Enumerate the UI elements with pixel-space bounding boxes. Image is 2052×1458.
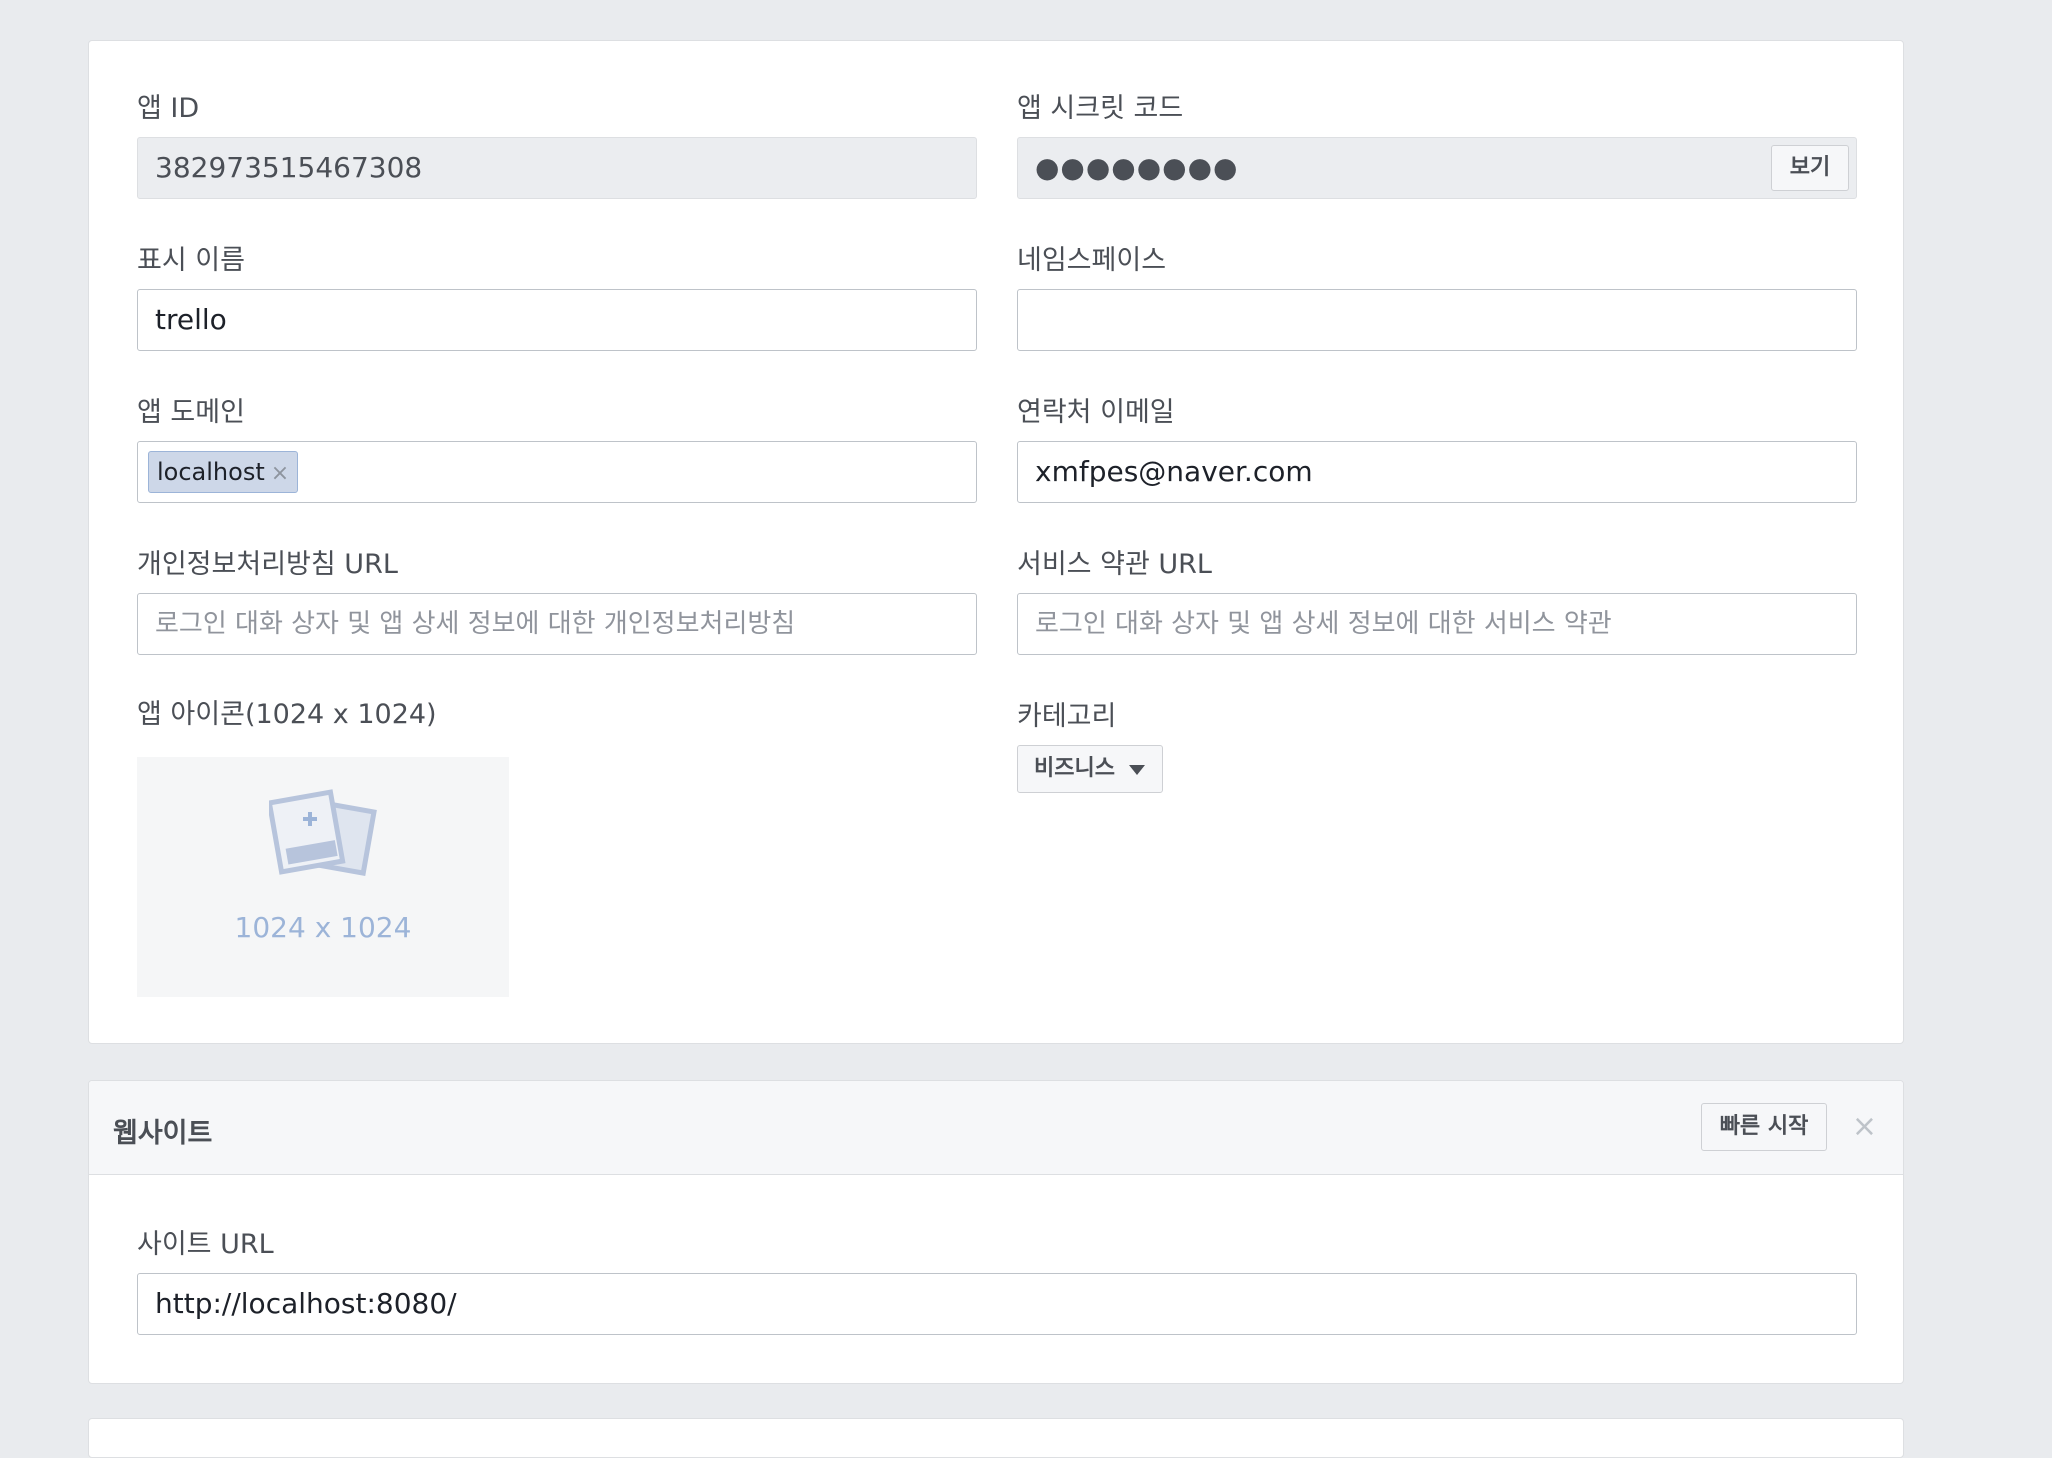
category-value: 비즈니스 bbox=[1034, 756, 1115, 781]
terms-url-input[interactable]: 로그인 대화 상자 및 앱 상세 정보에 대한 서비스 약관 bbox=[1017, 593, 1857, 655]
display-name-input[interactable]: trello bbox=[137, 289, 977, 351]
category-dropdown[interactable]: 비즈니스 bbox=[1017, 745, 1163, 793]
basic-settings-card: 앱 ID 382973515467308 앱 시크릿 코드 ●●●●●●●● 보… bbox=[88, 40, 1904, 1044]
quick-start-button[interactable]: 빠른 시작 bbox=[1701, 1103, 1827, 1151]
terms-url-label: 서비스 약관 URL bbox=[1017, 549, 1212, 580]
display-name-label: 표시 이름 bbox=[137, 245, 245, 276]
namespace-label: 네임스페이스 bbox=[1017, 245, 1167, 276]
app-domain-label: 앱 도메인 bbox=[137, 397, 245, 428]
namespace-input[interactable] bbox=[1017, 289, 1857, 351]
app-id-label: 앱 ID bbox=[137, 93, 200, 124]
privacy-url-input[interactable]: 로그인 대화 상자 및 앱 상세 정보에 대한 개인정보처리방침 bbox=[137, 593, 977, 655]
website-card: 웹사이트 빠른 시작 × 사이트 URL http://localhost:80… bbox=[88, 1080, 1904, 1384]
site-url-label: 사이트 URL bbox=[137, 1229, 274, 1260]
contact-email-input[interactable]: xmfpes@naver.com bbox=[1017, 441, 1857, 503]
website-title: 웹사이트 bbox=[113, 1118, 213, 1149]
next-section-card bbox=[88, 1418, 1904, 1458]
close-icon[interactable]: × bbox=[1852, 1109, 1877, 1144]
image-upload-icon bbox=[269, 789, 377, 876]
privacy-url-label: 개인정보처리방침 URL bbox=[137, 549, 398, 580]
app-secret-field[interactable]: ●●●●●●●● 보기 bbox=[1017, 137, 1857, 199]
domain-token: localhost × bbox=[148, 451, 299, 493]
app-domain-input[interactable]: localhost × bbox=[137, 441, 977, 503]
app-id-field[interactable]: 382973515467308 bbox=[137, 137, 977, 199]
app-secret-value: ●●●●●●●● bbox=[1035, 151, 1239, 184]
site-url-input[interactable]: http://localhost:8080/ bbox=[137, 1273, 1857, 1335]
show-secret-button[interactable]: 보기 bbox=[1771, 145, 1849, 191]
category-label: 카테고리 bbox=[1017, 701, 1117, 732]
domain-token-label: localhost bbox=[157, 458, 265, 486]
app-icon-size-text: 1024 x 1024 bbox=[234, 911, 412, 944]
app-secret-label: 앱 시크릿 코드 bbox=[1017, 93, 1184, 124]
website-header: 웹사이트 빠른 시작 × bbox=[89, 1081, 1903, 1175]
app-icon-upload[interactable]: 1024 x 1024 bbox=[137, 757, 509, 997]
app-icon-label: 앱 아이콘(1024 x 1024) bbox=[137, 699, 437, 730]
contact-email-label: 연락처 이메일 bbox=[1017, 397, 1175, 428]
token-remove-icon[interactable]: × bbox=[271, 461, 289, 486]
caret-down-icon bbox=[1129, 765, 1145, 775]
